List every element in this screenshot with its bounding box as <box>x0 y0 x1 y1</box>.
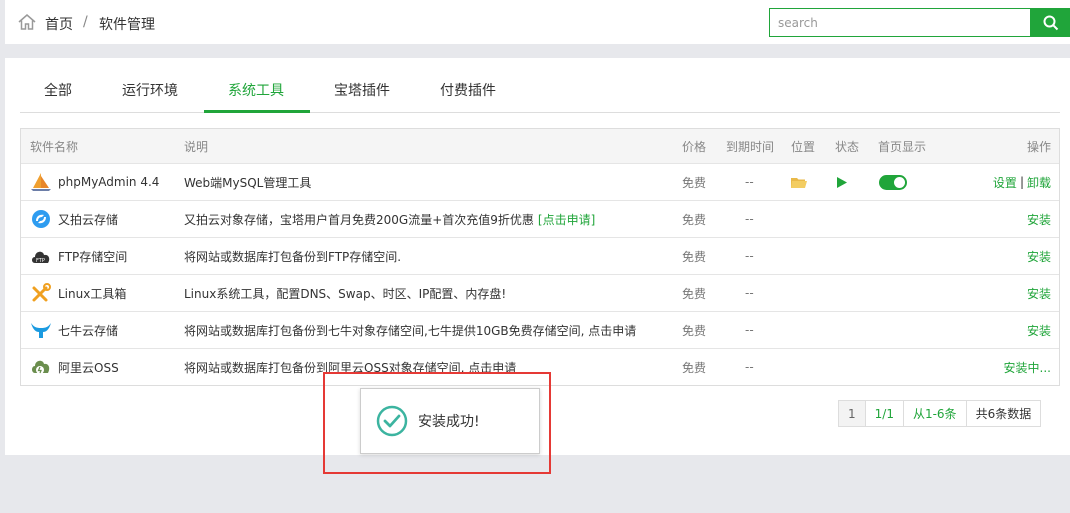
header-state: 状态 <box>835 139 860 154</box>
folder-icon[interactable] <box>791 176 807 189</box>
table-row: 又拍云存储 又拍云对象存储，宝塔用户首月免费200G流量+首次充值9折优惠 [点… <box>21 200 1059 237</box>
page-total: 共6条数据 <box>965 401 1041 426</box>
phpmyadmin-icon <box>30 171 52 193</box>
table-row: FTP FTP存储空间 将网站或数据库打包备份到FTP存储空间. 免费 -- 安… <box>21 237 1059 274</box>
homepage-toggle[interactable] <box>879 174 907 190</box>
software-price: 免费 <box>682 360 707 375</box>
tab-all[interactable]: 全部 <box>44 80 72 100</box>
header-position: 位置 <box>791 139 816 154</box>
software-price: 免费 <box>682 286 707 301</box>
page-count: 1/1 <box>864 401 903 426</box>
top-bar: 首页 / 软件管理 <box>5 0 1070 44</box>
tab-paid-plugins[interactable]: 付费插件 <box>440 80 496 100</box>
header-name: 软件名称 <box>30 139 79 154</box>
software-price: 免费 <box>682 212 707 227</box>
active-tab-indicator <box>204 110 310 113</box>
software-expire: -- <box>745 249 754 263</box>
software-name: 七牛云存储 <box>58 323 119 338</box>
op-separator: | <box>1019 175 1024 189</box>
tab-bt-plugins[interactable]: 宝塔插件 <box>334 80 390 100</box>
software-name: 又拍云存储 <box>58 212 119 227</box>
software-name: FTP存储空间 <box>58 249 128 264</box>
tab-runtime[interactable]: 运行环境 <box>122 80 178 100</box>
play-icon[interactable] <box>837 176 847 188</box>
header-expire: 到期时间 <box>726 139 775 154</box>
install-link[interactable]: 安装 <box>1027 248 1051 265</box>
software-desc: 又拍云对象存储，宝塔用户首月免费200G流量+首次充值9折优惠 <box>184 212 534 227</box>
home-icon[interactable] <box>17 12 37 32</box>
page-current[interactable]: 1 <box>839 401 865 426</box>
install-link[interactable]: 安装 <box>1027 285 1051 302</box>
install-link[interactable]: 安装 <box>1027 322 1051 339</box>
search-button[interactable] <box>1031 8 1070 37</box>
software-price: 免费 <box>682 175 707 190</box>
install-link[interactable]: 安装 <box>1027 211 1051 228</box>
software-expire: -- <box>745 286 754 300</box>
software-name: phpMyAdmin 4.4 <box>58 175 160 189</box>
software-desc: 将网站或数据库打包备份到FTP存储空间. <box>184 249 402 264</box>
software-expire: -- <box>745 323 754 337</box>
table-row: Linux工具箱 Linux系统工具，配置DNS、Swap、时区、IP配置、内存… <box>21 274 1059 311</box>
software-desc: Linux系统工具，配置DNS、Swap、时区、IP配置、内存盘! <box>184 286 507 301</box>
search-input[interactable] <box>769 8 1031 37</box>
search-icon <box>1043 15 1058 30</box>
aliyun-oss-icon <box>30 356 52 378</box>
table-row: phpMyAdmin 4.4 Web端MySQL管理工具 免费 -- 设置 | … <box>21 163 1059 200</box>
page-range: 从1-6条 <box>902 401 966 426</box>
breadcrumb-home[interactable]: 首页 <box>45 14 73 34</box>
software-expire: -- <box>745 212 754 226</box>
header-homepage: 首页显示 <box>878 139 927 154</box>
software-name: Linux工具箱 <box>58 286 127 301</box>
pagination: 1 1/1 从1-6条 共6条数据 <box>838 400 1042 427</box>
installing-status: 安装中... <box>1003 360 1051 375</box>
software-name: 阿里云OSS <box>58 360 119 375</box>
software-expire: -- <box>745 360 754 374</box>
tab-bar: 全部 运行环境 系统工具 宝塔插件 付费插件 <box>20 58 1060 113</box>
svg-text:FTP: FTP <box>36 258 45 264</box>
header-price: 价格 <box>682 139 707 154</box>
header-desc: 说明 <box>184 139 209 154</box>
ftp-cloud-icon: FTP <box>30 245 52 267</box>
software-desc: Web端MySQL管理工具 <box>184 175 312 190</box>
toolbox-icon <box>30 282 52 304</box>
tab-system-tools[interactable]: 系统工具 <box>228 80 284 100</box>
breadcrumb-separator: / <box>83 14 88 30</box>
breadcrumb-current: 软件管理 <box>99 17 155 33</box>
uninstall-link[interactable]: 卸载 <box>1027 174 1051 191</box>
qiniu-icon <box>30 319 52 341</box>
software-price: 免费 <box>682 323 707 338</box>
software-expire: -- <box>745 175 754 189</box>
software-desc: 将网站或数据库打包备份到七牛对象存储空间,七牛提供10GB免费存储空间, 点击申… <box>184 323 637 338</box>
table-header: 软件名称 说明 价格 到期时间 位置 状态 首页显示 操作 <box>21 129 1059 163</box>
highlight-box <box>323 372 551 474</box>
software-price: 免费 <box>682 249 707 264</box>
upyun-icon <box>30 208 52 230</box>
table-row: 七牛云存储 将网站或数据库打包备份到七牛对象存储空间,七牛提供10GB免费存储空… <box>21 311 1059 348</box>
header-op: 操作 <box>1026 139 1051 154</box>
apply-link[interactable]: [点击申请] <box>538 211 595 228</box>
software-table: 软件名称 说明 价格 到期时间 位置 状态 首页显示 操作 phpMyAdmin… <box>20 128 1060 386</box>
settings-link[interactable]: 设置 <box>993 174 1017 191</box>
